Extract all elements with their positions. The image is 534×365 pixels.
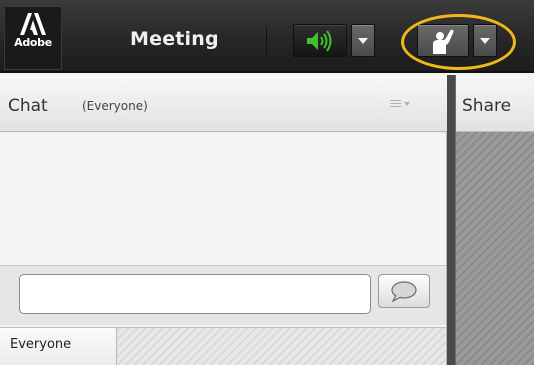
chat-compose-area [0,265,446,325]
logo-text: Adobe [14,36,52,49]
chevron-down-icon [480,37,490,44]
pod-options-menu-icon[interactable] [390,99,412,111]
speech-bubble-icon [391,281,417,302]
adobe-logo-icon [20,13,46,35]
share-title: Share [462,96,512,116]
chevron-down-icon [358,37,368,44]
status-button[interactable] [417,24,469,57]
share-pod: Share [455,75,534,365]
chat-pod-header: Chat (Everyone) [0,75,447,132]
speaker-button[interactable] [293,24,347,57]
chat-pod: Chat (Everyone) Everyone [0,75,447,365]
send-message-button[interactable] [378,274,430,308]
tab-everyone[interactable]: Everyone [0,328,117,365]
chat-message-input[interactable] [19,274,371,314]
adobe-logo: Adobe [4,6,62,70]
share-pod-header: Share [456,75,534,132]
chat-audience: (Everyone) [82,99,148,113]
toolbar-divider [266,26,267,56]
speaker-dropdown-button[interactable] [351,24,375,57]
chat-tab-strip: Everyone [0,327,446,365]
pod-divider [447,75,455,365]
speaker-icon [307,29,332,52]
meeting-menu[interactable]: Meeting [130,28,219,50]
top-toolbar: Adobe Meeting [0,0,534,73]
status-dropdown-button[interactable] [473,24,497,57]
raise-hand-icon [433,29,454,54]
chat-title: Chat [8,96,48,116]
